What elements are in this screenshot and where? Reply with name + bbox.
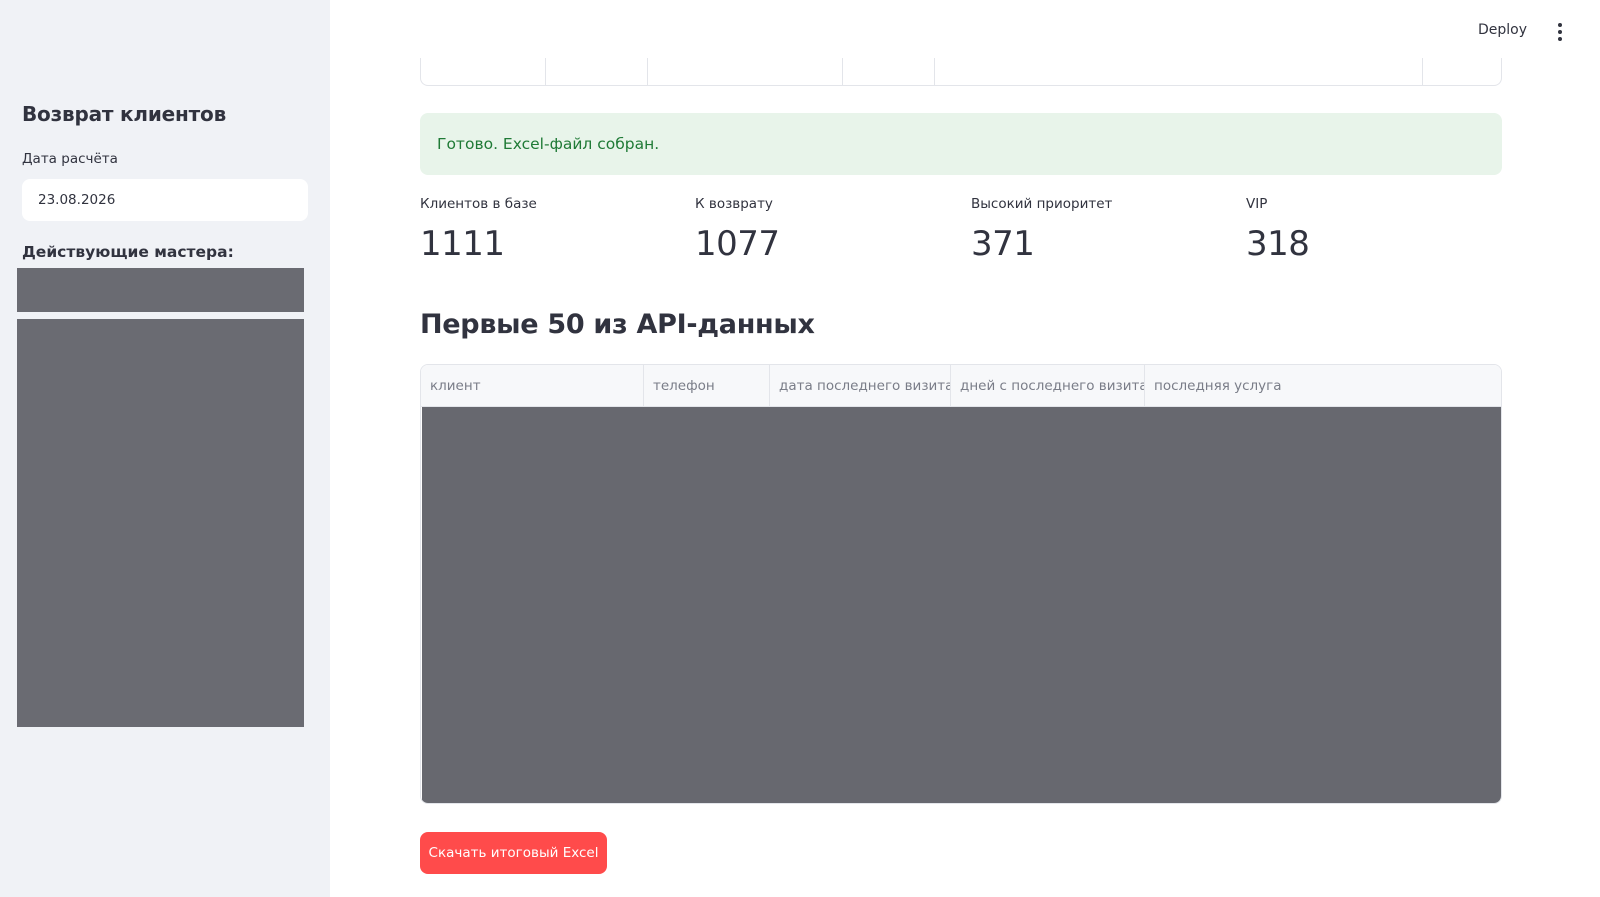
metric-label: Высокий приоритет xyxy=(971,196,1113,212)
success-alert-text: Готово. Excel-файл собран. xyxy=(437,135,660,153)
table-header: клиент телефон дата последнего визита дн… xyxy=(421,365,1501,407)
sidebar: Возврат клиентов Дата расчёта Действующи… xyxy=(0,0,330,897)
data-table[interactable]: клиент телефон дата последнего визита дн… xyxy=(420,364,1502,804)
metric-value: 1077 xyxy=(695,224,780,264)
column-header-last-service[interactable]: последняя услуга xyxy=(1145,365,1501,407)
vertical-dots-icon[interactable] xyxy=(1552,20,1568,44)
date-label: Дата расчёта xyxy=(22,151,118,167)
deploy-button[interactable]: Deploy xyxy=(1470,18,1535,42)
column-header-days-since-visit[interactable]: дней с последнего визита xyxy=(951,365,1145,407)
masters-list-redacted[interactable] xyxy=(17,319,304,727)
table-heading: Первые 50 из API-данных xyxy=(420,309,815,340)
column-divider xyxy=(1422,58,1423,85)
metric-vip: VIP 318 xyxy=(1246,196,1310,264)
metric-label: Клиентов в базе xyxy=(420,196,537,212)
metric-value: 371 xyxy=(971,224,1035,264)
date-input[interactable] xyxy=(22,179,308,221)
column-header-phone[interactable]: телефон xyxy=(644,365,770,407)
masters-label: Действующие мастера: xyxy=(22,243,234,261)
column-divider xyxy=(647,58,648,85)
metric-high-priority: Высокий приоритет 371 xyxy=(971,196,1112,264)
sidebar-title: Возврат клиентов xyxy=(22,102,227,126)
metric-value: 1111 xyxy=(420,224,505,264)
success-alert: Готово. Excel-файл собран. xyxy=(420,113,1502,175)
menu-dot xyxy=(1558,23,1562,27)
column-header-last-visit-date[interactable]: дата последнего визита xyxy=(770,365,951,407)
metric-value: 318 xyxy=(1246,224,1310,264)
menu-dot xyxy=(1558,30,1562,34)
metric-to-return: К возврату 1077 xyxy=(695,196,780,264)
table-body-redacted[interactable] xyxy=(422,407,1501,803)
metric-label: VIP xyxy=(1246,196,1268,212)
download-excel-button[interactable]: Скачать итоговый Excel xyxy=(420,832,607,874)
column-divider xyxy=(842,58,843,85)
previous-table-remnant xyxy=(420,58,1502,86)
column-divider xyxy=(545,58,546,85)
metric-clients-total: Клиентов в базе 1111 xyxy=(420,196,537,264)
masters-select-redacted[interactable] xyxy=(17,268,304,312)
column-divider xyxy=(934,58,935,85)
metric-label: К возврату xyxy=(695,196,773,212)
menu-dot xyxy=(1558,37,1562,41)
column-header-client[interactable]: клиент xyxy=(421,365,644,407)
